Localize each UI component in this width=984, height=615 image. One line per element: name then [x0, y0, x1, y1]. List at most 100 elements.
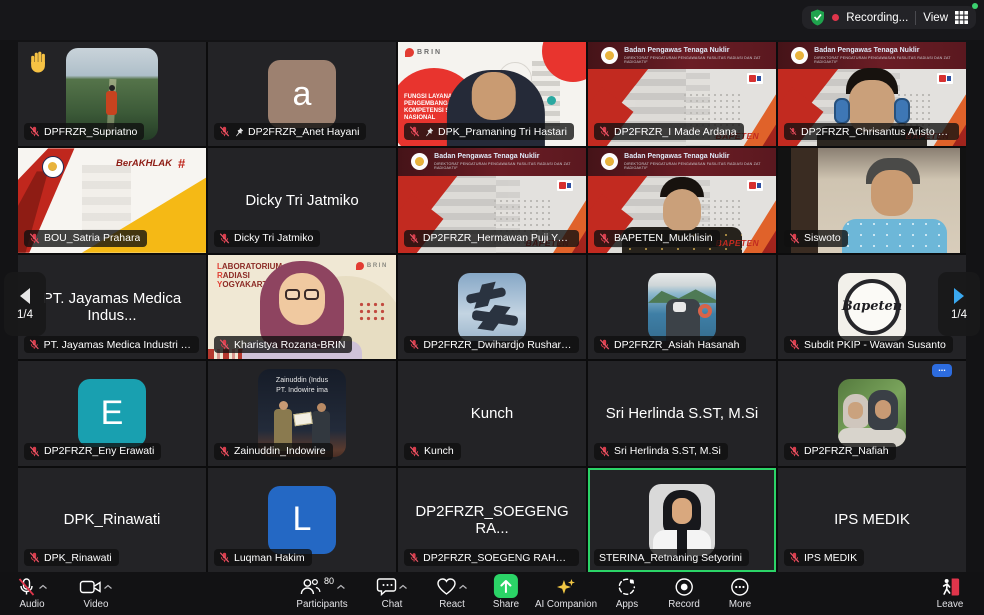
participant-tile[interactable]: STERINA_Retnaning Setyorini [588, 468, 776, 572]
muted-mic-icon [219, 446, 230, 457]
participant-tile[interactable]: DP2FRZR_SOEGENG RA...DP2FRZR_SOEGENG RAH… [398, 468, 586, 572]
participant-tile[interactable]: Badan Pengawas Tenaga NuklirDIREKTORAT P… [778, 42, 966, 146]
participant-name-text: DPK_Pramaning Tri Hastari [438, 126, 567, 138]
bapeten-banner-title: Badan Pengawas Tenaga Nuklir [624, 153, 776, 161]
gallery-view-icon[interactable] [955, 11, 968, 24]
participant-name-label: STERINA_Retnaning Setyorini [594, 549, 749, 566]
participants-count: 80 [324, 576, 334, 586]
participant-tile[interactable]: DP2FRZR_Dwihardjo Rushartono [398, 255, 586, 359]
participant-name-text: DP2FRZR_Anet Hayani [248, 126, 359, 138]
participant-name-text: DP2FRZR_SOEGENG RAHADHY [423, 552, 572, 564]
participant-tile[interactable]: Badan Pengawas Tenaga NuklirDIREKTORAT P… [588, 42, 776, 146]
muted-mic-icon [599, 126, 610, 137]
muted-mic-icon [409, 552, 419, 563]
video-button[interactable]: Video [80, 576, 113, 610]
next-page-button[interactable]: 1/4 [938, 272, 980, 336]
participant-name-text: IPS MEDIK [804, 552, 857, 564]
participant-tile[interactable]: DP2FRZR_Asiah Hasanah [588, 255, 776, 359]
leave-label: Leave [937, 599, 964, 610]
participant-tile[interactable]: DPFRZR_Supriatno [18, 42, 206, 146]
participant-tile[interactable]: Badan Pengawas Tenaga NuklirDIREKTORAT P… [588, 148, 776, 252]
participant-tile[interactable]: PT. Jayamas Medica Indus...PT. Jayamas M… [18, 255, 206, 359]
participant-tile[interactable]: IPS MEDIKIPS MEDIK [778, 468, 966, 572]
muted-mic-icon [599, 233, 610, 244]
participant-tile[interactable]: DPK_RinawatiDPK_Rinawati [18, 468, 206, 572]
pin-icon [424, 127, 434, 137]
video-chevron-icon[interactable] [104, 584, 113, 590]
profile-photo-avatar [458, 273, 526, 341]
participants-chevron-icon[interactable] [336, 584, 345, 590]
participant-tile[interactable]: EDP2FRZR_Eny Erawati [18, 361, 206, 465]
video-camera-icon [80, 578, 102, 596]
participant-tile[interactable]: Zainuddin (IndusPT. Indowire imaZainuddi… [208, 361, 396, 465]
bapeten-banner-subtitle: DIREKTORAT PENGATURAN PENGAWASAN FASILIT… [624, 56, 776, 64]
audio-button[interactable]: Audio [17, 576, 48, 610]
record-button[interactable]: Record [668, 576, 700, 610]
berakhlak-title: BerAKHLAK [116, 158, 172, 169]
muted-mic-icon [409, 233, 419, 244]
participant-name-text: Dicky Tri Jatmiko [234, 232, 313, 244]
bapeten-logo-text: BAPETEN [716, 238, 759, 248]
raised-hand-icon [27, 49, 52, 74]
view-button-label[interactable]: View [923, 12, 948, 24]
more-button[interactable]: More [729, 576, 751, 610]
previous-page-button[interactable]: 1/4 [4, 272, 46, 336]
leave-button[interactable]: Leave [937, 576, 964, 610]
participant-tile[interactable]: LABORATORIUMRADIASIYOGYAKARTABRINKharist… [208, 255, 396, 359]
bapeten-badge-avatar: Bapeten [838, 273, 906, 341]
garuda-emblem [791, 47, 808, 64]
recording-status[interactable]: Recording... [846, 12, 908, 24]
tile-options-button[interactable]: ... [932, 364, 952, 377]
participant-name-label: DP2FRZR_Dwihardjo Rushartono [404, 336, 579, 353]
participant-name-label: PT. Jayamas Medica Industri Tbk [24, 336, 199, 353]
bapeten-banner-title: Badan Pengawas Tenaga Nuklir [624, 47, 776, 55]
participant-name-text: DP2FRZR_Nafiah [804, 445, 889, 457]
participant-name-label: Luqman Hakim [214, 549, 312, 566]
participant-name-label: DP2FRZR_Asiah Hasanah [594, 336, 746, 353]
bapeten-banner-subtitle: DIREKTORAT PENGATURAN PENGAWASAN FASILIT… [624, 162, 776, 170]
ai-companion-button[interactable]: AI Companion [535, 576, 597, 610]
chat-button[interactable]: Chat [377, 576, 408, 610]
muted-mic-icon [29, 233, 40, 244]
participant-name-label: DPFRZR_Supriatno [24, 123, 144, 140]
profile-photo-avatar [649, 484, 715, 556]
participant-tile[interactable]: BerAKHLAK#BOU_Satria Prahara [18, 148, 206, 252]
garuda-emblem [601, 47, 618, 64]
participants-label: Participants [296, 599, 347, 610]
participant-tile[interactable]: FUNGSI LAYANAN PENGEMBANGAN KOMPETENSI S… [398, 42, 586, 146]
participant-name-label: DP2FRZR_Hermawan Puji Yuwana [404, 230, 579, 247]
participant-name-label: DP2FRZR_I Made Ardana [594, 123, 744, 140]
heart-react-icon [437, 577, 457, 596]
muted-mic-icon [219, 126, 230, 137]
participant-name-label: DP2FRZR_Eny Erawati [24, 443, 161, 460]
react-button[interactable]: React [437, 576, 468, 610]
more-label: More [729, 599, 751, 610]
more-icon [730, 577, 750, 597]
participant-tile[interactable]: Siswoto [778, 148, 966, 252]
participant-tile[interactable]: Sri Herlinda S.ST, M.SiSri Herlinda S.ST… [588, 361, 776, 465]
bapeten-banner-subtitle: DIREKTORAT PENGATURAN PENGAWASAN FASILIT… [814, 56, 966, 64]
share-screen-button[interactable]: Share [493, 576, 519, 610]
security-shield-icon[interactable] [810, 9, 825, 26]
participant-tile[interactable]: aDP2FRZR_Anet Hayani [208, 42, 396, 146]
participant-tile[interactable]: LLuqman Hakim [208, 468, 396, 572]
participant-tile[interactable]: KunchKunch [398, 361, 586, 465]
participants-button[interactable]: 80 Participants [296, 576, 347, 610]
muted-mic-icon [789, 339, 800, 350]
react-chevron-icon[interactable] [459, 584, 468, 590]
participant-tile[interactable]: Dicky Tri JatmikoDicky Tri Jatmiko [208, 148, 396, 252]
bapeten-banner-subtitle: DIREKTORAT PENGATURAN PENGAWASAN FASILIT… [434, 162, 586, 170]
participant-name-text: Luqman Hakim [234, 552, 305, 564]
participant-tile[interactable]: Badan Pengawas Tenaga NuklirDIREKTORAT P… [398, 148, 586, 252]
participant-name-text: DP2FRZR_Hermawan Puji Yuwana [423, 232, 572, 244]
video-label: Video [84, 599, 109, 610]
muted-mic-icon [409, 126, 420, 137]
muted-mic-icon [219, 233, 230, 244]
leave-door-icon [939, 577, 961, 597]
apps-button[interactable]: Apps [616, 576, 638, 610]
audio-chevron-icon[interactable] [39, 584, 48, 590]
participant-name-label: DPK_Pramaning Tri Hastari [404, 123, 574, 140]
participants-icon [299, 577, 321, 596]
chat-chevron-icon[interactable] [399, 584, 408, 590]
topbar-divider [915, 11, 916, 25]
